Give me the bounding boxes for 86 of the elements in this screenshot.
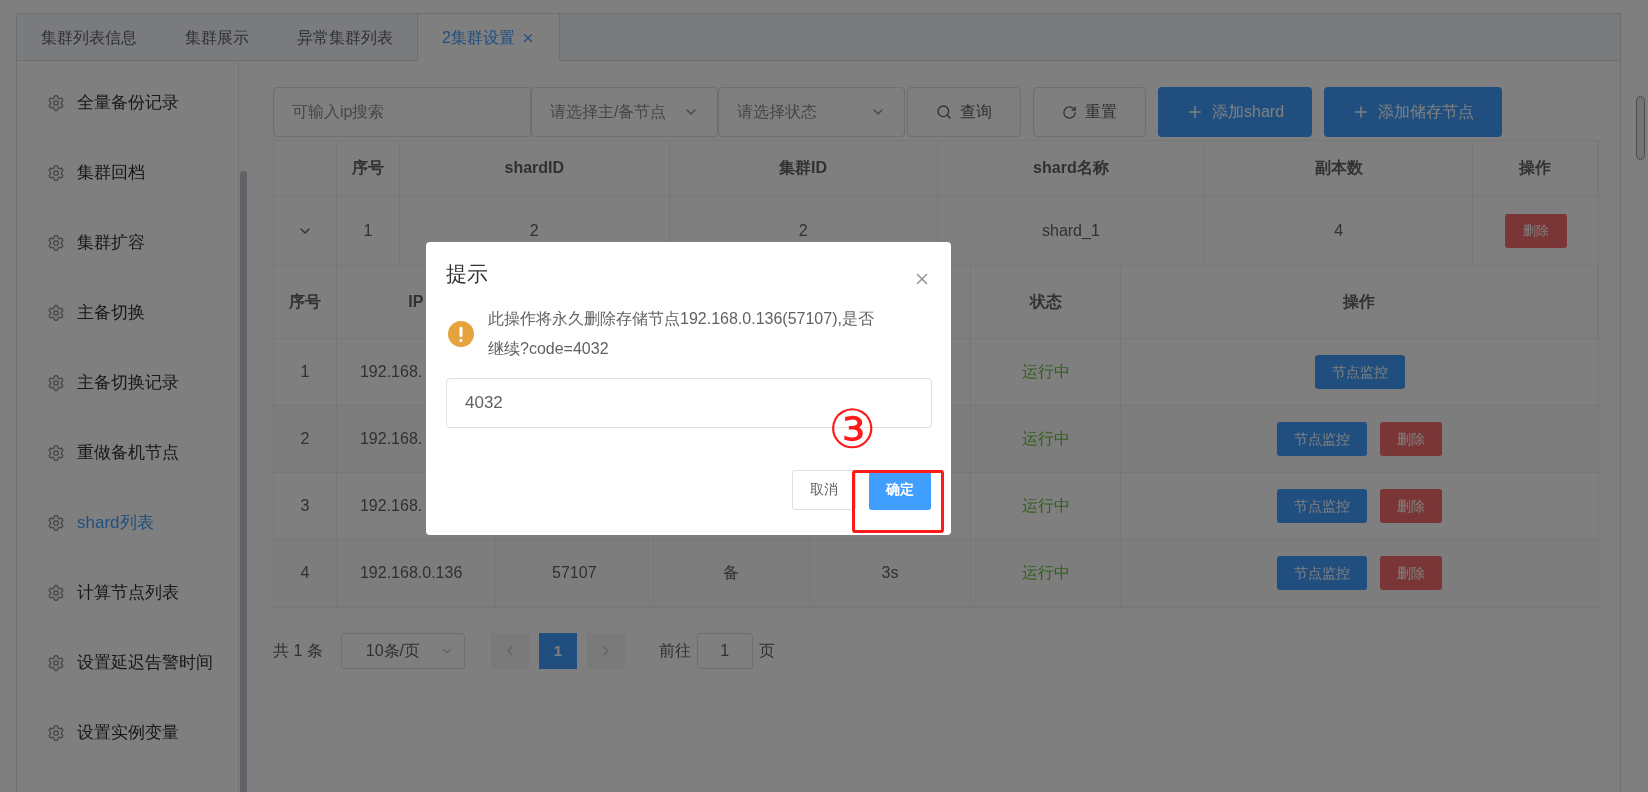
column-header: 操作 bbox=[1519, 158, 1552, 178]
settings-icon bbox=[47, 724, 65, 742]
page-size-select[interactable]: 10条/页 bbox=[340, 633, 465, 669]
search-button[interactable]: 查询 bbox=[907, 87, 1021, 137]
table-cell-text: 备 bbox=[723, 563, 740, 583]
sidebar-item[interactable]: 主备切换记录 bbox=[17, 348, 238, 418]
settings-icon bbox=[47, 514, 65, 532]
warning-icon bbox=[448, 320, 474, 347]
add-button[interactable]: 添加shard bbox=[1158, 87, 1313, 137]
select-field[interactable]: 请选择状态 bbox=[718, 87, 905, 137]
column-header: 状态 bbox=[1029, 292, 1062, 312]
reset-button[interactable]: 重置 bbox=[1033, 87, 1146, 137]
column-header: IP bbox=[408, 292, 424, 312]
tab[interactable]: 集群列表信息 bbox=[17, 14, 161, 61]
settings-icon bbox=[47, 374, 65, 392]
status-text: 运行中 bbox=[1021, 362, 1070, 382]
table-cell-text: 2 bbox=[529, 220, 539, 241]
page-suffix: 页 bbox=[758, 641, 775, 661]
monitor-button[interactable]: 节点监控 bbox=[1277, 556, 1368, 590]
scrollbar-thumb[interactable] bbox=[240, 171, 247, 792]
sidebar-item[interactable]: 计算节点列表 bbox=[17, 558, 238, 628]
table-cell-text: 2 bbox=[798, 220, 808, 241]
dialog-title: 提示 bbox=[446, 261, 488, 287]
column-header: 副本数 bbox=[1314, 158, 1363, 178]
delete-button[interactable]: 删除 bbox=[1380, 489, 1443, 523]
goto-label: 前往 bbox=[658, 641, 691, 661]
delete-button[interactable]: 删除 bbox=[1380, 422, 1443, 456]
table-cell-text: 4 bbox=[300, 563, 310, 583]
table-cell-text: 57107 bbox=[552, 563, 597, 583]
delete-button[interactable]: 删除 bbox=[1504, 213, 1567, 248]
sidebar-item[interactable]: 全量备份记录 bbox=[17, 68, 238, 138]
column-header: shard名称 bbox=[1033, 158, 1109, 178]
table-cell-text: 1 bbox=[300, 362, 310, 382]
table-cell-text: 192.168. bbox=[359, 496, 423, 516]
column-header: 序号 bbox=[351, 158, 384, 178]
add-button[interactable]: 添加储存节点 bbox=[1324, 87, 1503, 137]
column-header: shardID bbox=[504, 158, 565, 178]
sidebar-item[interactable]: 设置延迟告警时间 bbox=[17, 628, 238, 698]
page-button[interactable]: 1 bbox=[538, 633, 577, 669]
monitor-button[interactable]: 节点监控 bbox=[1277, 422, 1368, 456]
settings-icon bbox=[47, 584, 65, 602]
status-text: 运行中 bbox=[1021, 429, 1070, 449]
column-header: 集群ID bbox=[779, 158, 828, 178]
settings-icon bbox=[47, 94, 65, 112]
sidebar-item[interactable]: 集群回档 bbox=[17, 138, 238, 208]
settings-icon bbox=[47, 234, 65, 252]
page-scrollbar-thumb[interactable] bbox=[1636, 96, 1645, 160]
settings-icon bbox=[47, 164, 65, 182]
settings-icon bbox=[47, 444, 65, 462]
column-header: 序号 bbox=[288, 292, 321, 312]
table-cell-text: 192.168.0.136 bbox=[359, 563, 463, 583]
column-header: 操作 bbox=[1343, 292, 1376, 312]
select-field[interactable]: 请选择主/备节点 bbox=[531, 87, 718, 137]
sidebar-item[interactable]: shard列表 bbox=[17, 488, 238, 558]
status-text: 运行中 bbox=[1021, 496, 1070, 516]
table-cell-text: 4 bbox=[1334, 220, 1344, 241]
table-cell-text: 3s bbox=[881, 563, 899, 583]
status-text: 运行中 bbox=[1021, 563, 1070, 583]
table-cell-text: 3 bbox=[300, 496, 310, 516]
table-cell-text: 2 bbox=[300, 429, 310, 449]
refresh-icon bbox=[1062, 104, 1077, 120]
tab[interactable]: 集群展示 bbox=[161, 14, 273, 61]
tab[interactable]: 2集群设置 bbox=[417, 14, 560, 61]
sidebar-item[interactable]: 集群扩容 bbox=[17, 208, 238, 278]
previous-page-button[interactable] bbox=[490, 633, 529, 669]
delete-button[interactable]: 删除 bbox=[1380, 556, 1443, 590]
settings-icon bbox=[47, 654, 65, 672]
total-count: 共 1 条 bbox=[273, 641, 323, 661]
monitor-button[interactable]: 节点监控 bbox=[1314, 355, 1405, 389]
settings-icon bbox=[47, 304, 65, 322]
page-number-field[interactable]: 1 bbox=[696, 633, 753, 669]
dialog-message: 此操作将永久删除存储节点192.168.0.136(57107),是否继续?code=4032 bbox=[488, 308, 875, 359]
cancel-button[interactable]: 取消 bbox=[792, 469, 856, 510]
sidebar-item[interactable]: 重做备机节点 bbox=[17, 418, 238, 488]
search-field[interactable]: 可输入ip搜索 bbox=[273, 87, 531, 137]
plus-icon bbox=[1186, 103, 1204, 121]
sidebar-item[interactable]: 设置实例变量 bbox=[17, 698, 238, 768]
table-cell-text: 1 bbox=[363, 220, 373, 241]
search-icon bbox=[936, 104, 952, 120]
monitor-button[interactable]: 节点监控 bbox=[1277, 489, 1368, 523]
tab[interactable]: 异常集群列表 bbox=[273, 14, 417, 61]
next-page-button[interactable] bbox=[586, 633, 625, 669]
table-cell-text: shard_1 bbox=[1042, 220, 1100, 241]
table-cell-text: 192.168. bbox=[359, 362, 423, 382]
sidebar-item[interactable]: 主备切换 bbox=[17, 278, 238, 348]
table-cell-text: 192.168. bbox=[359, 429, 423, 449]
